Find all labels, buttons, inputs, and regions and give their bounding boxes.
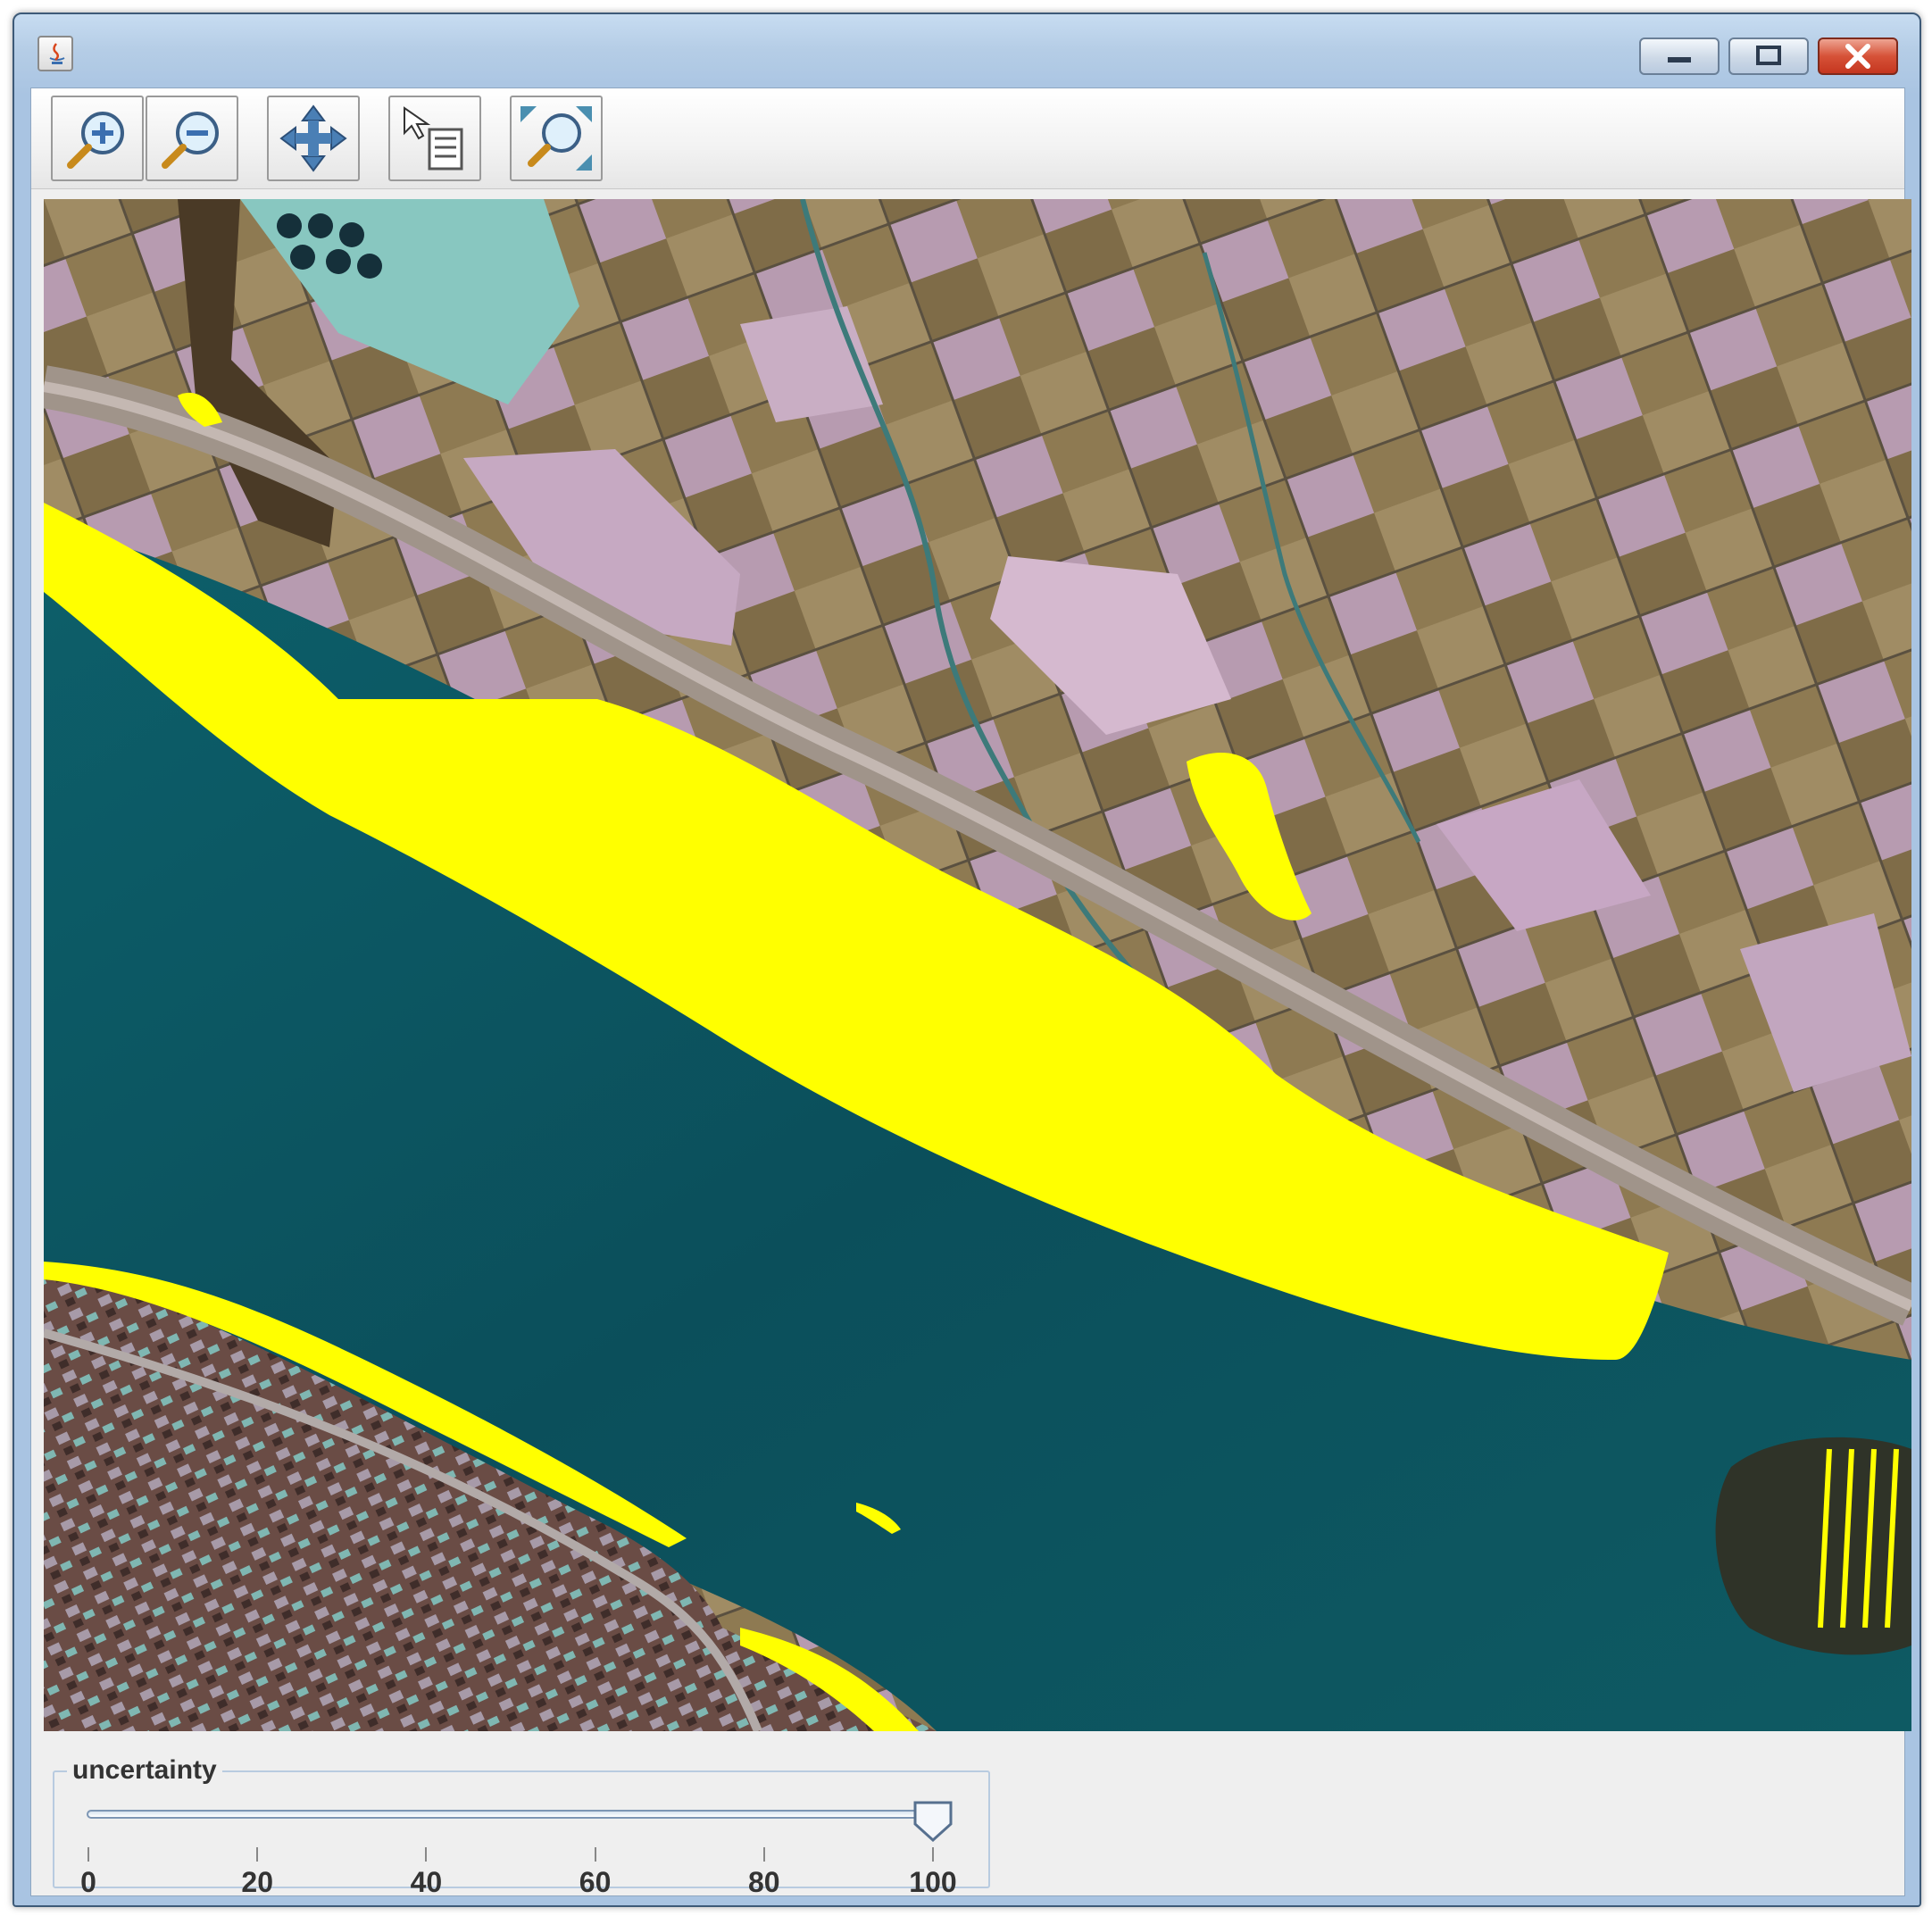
slider-tick — [87, 1847, 89, 1862]
app-window: uncertainty 0 20 40 60 80 100 — [12, 12, 1921, 1907]
zoom-in-button[interactable] — [51, 96, 144, 181]
zoom-in-icon — [67, 112, 124, 169]
slider-tick — [256, 1847, 259, 1862]
zoom-extent-icon — [520, 106, 592, 171]
client-area: uncertainty 0 20 40 60 80 100 — [30, 87, 1911, 1897]
slider-track[interactable] — [87, 1810, 933, 1819]
toolbar — [31, 88, 1904, 189]
slider-tick-label: 100 — [909, 1866, 957, 1898]
zoom-extent-button[interactable] — [510, 96, 603, 181]
info-select-button[interactable] — [388, 96, 481, 181]
title-bar[interactable] — [14, 14, 1920, 87]
slider-title: uncertainty — [67, 1754, 222, 1787]
slider-tick-label: 40 — [410, 1866, 443, 1898]
slider-tick — [762, 1847, 765, 1862]
slider-tick-label: 0 — [80, 1866, 96, 1898]
java-app-icon — [37, 36, 73, 71]
slider-thumb[interactable] — [913, 1801, 953, 1843]
pointer-info-icon — [404, 106, 463, 171]
slider-tick — [932, 1847, 934, 1862]
satellite-image — [44, 199, 1911, 1731]
maximize-button[interactable] — [1728, 37, 1809, 75]
slider-tick-label: 80 — [748, 1866, 780, 1898]
minimize-button[interactable] — [1639, 37, 1720, 75]
slider-tick — [594, 1847, 596, 1862]
estuary-island — [1715, 1437, 1911, 1655]
slider-group-border — [53, 1770, 990, 1888]
pan-button[interactable] — [267, 96, 360, 181]
pan-arrows-icon — [279, 104, 347, 172]
uncertainty-slider-panel: uncertainty 0 20 40 60 80 100 — [53, 1754, 990, 1897]
slider-tick — [425, 1847, 428, 1862]
zoom-out-button[interactable] — [146, 96, 238, 181]
close-button[interactable] — [1818, 37, 1898, 75]
slider-tick-label: 20 — [241, 1866, 273, 1898]
zoom-out-icon — [162, 112, 219, 169]
satellite-map-view[interactable] — [44, 199, 1911, 1731]
slider-tick-label: 60 — [579, 1866, 612, 1898]
